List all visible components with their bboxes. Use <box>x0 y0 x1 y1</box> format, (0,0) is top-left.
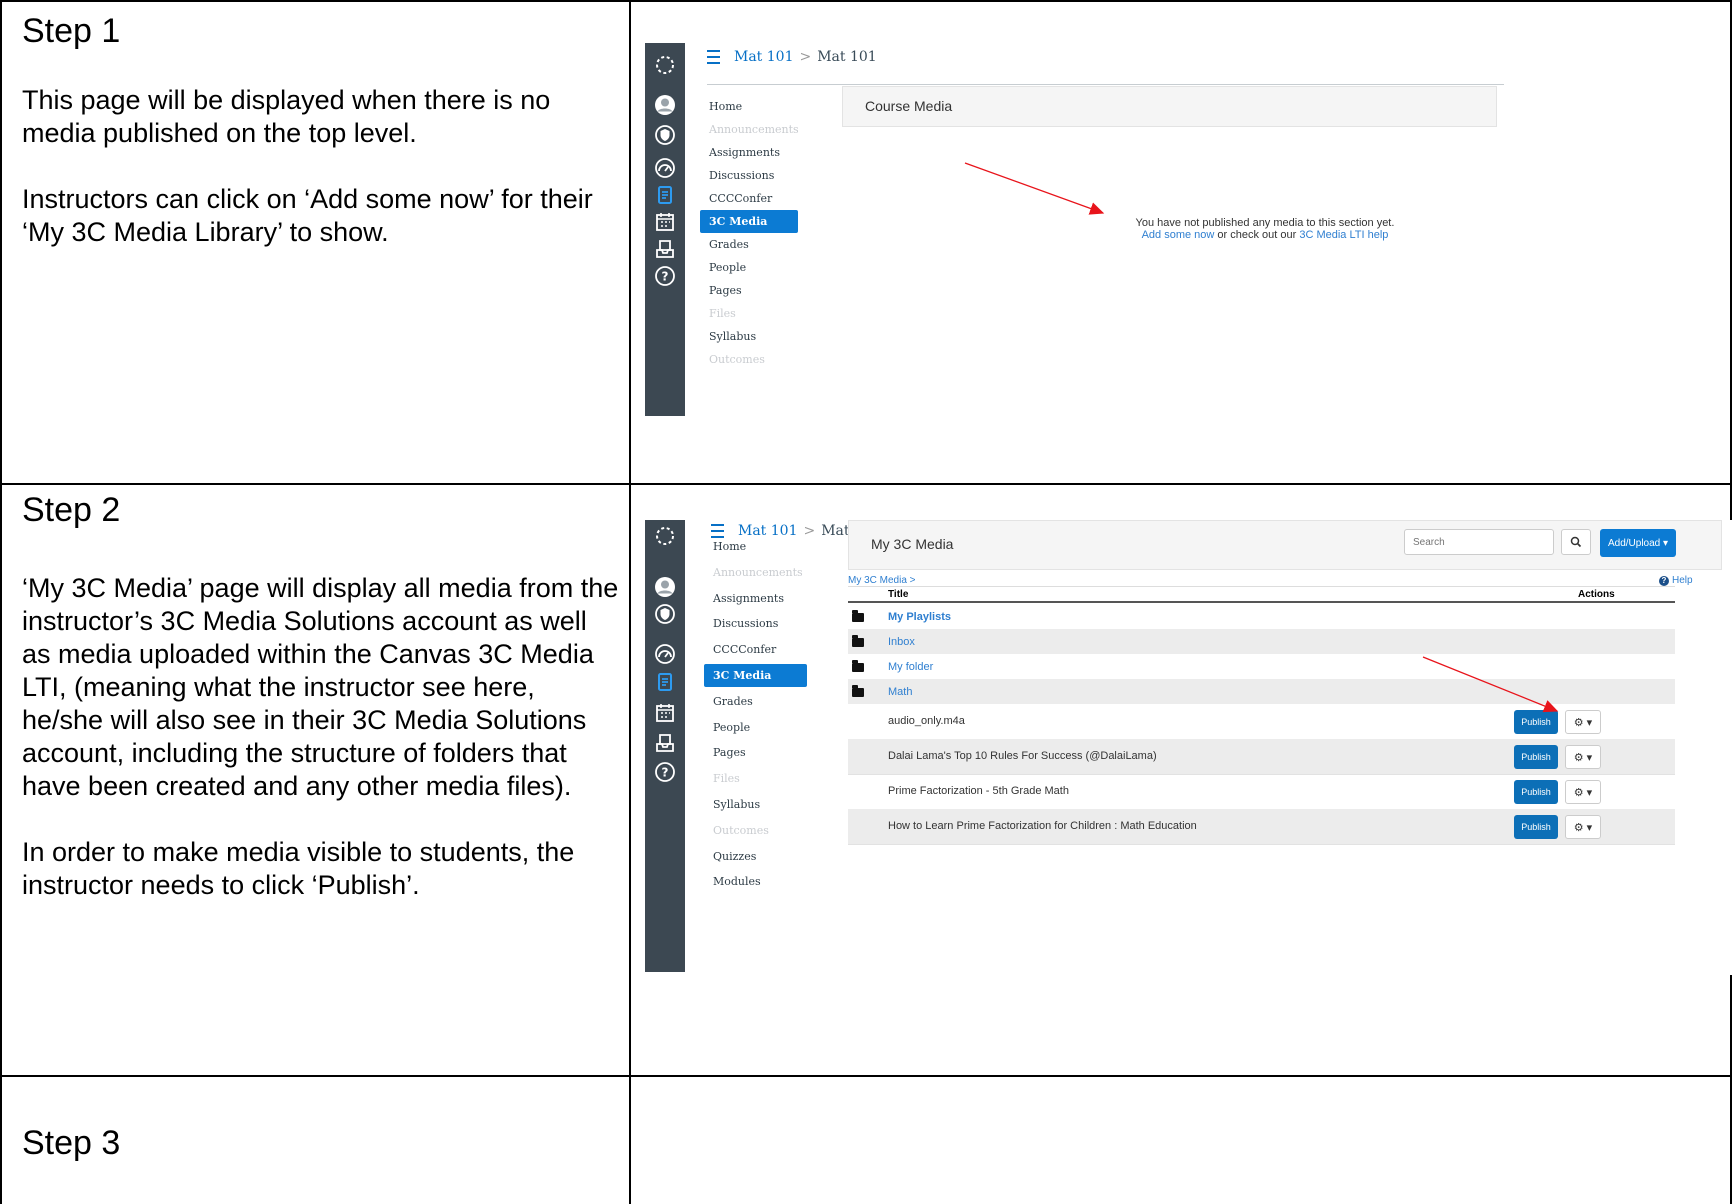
table-border-top <box>0 0 1732 2</box>
screenshot-course-media: ? Mat 101 > Mat 101 Home Announcements Assig… <box>645 43 1505 423</box>
step2-paragraph-2: In order to make media visible to studen… <box>22 837 575 900</box>
step1-paragraph-1: This page will be displayed when there i… <box>22 85 551 148</box>
step1-text: This page will be displayed when there i… <box>22 84 622 282</box>
step3-title: Step 3 <box>22 1124 121 1162</box>
step2-paragraph-1: ‘My 3C Media’ page will display all medi… <box>22 573 619 801</box>
table-border-row2 <box>0 1075 1732 1077</box>
step2-text: ‘My 3C Media’ page will display all medi… <box>22 572 622 935</box>
screenshot-my-3c-media: ? Mat 101>Mat 101 HomeAnnouncementsAssig… <box>645 520 1732 975</box>
step2-title: Step 2 <box>22 491 121 529</box>
table-border-row1 <box>0 483 1732 485</box>
annotation-arrow-1 <box>964 162 1105 215</box>
step1-title: Step 1 <box>22 12 121 50</box>
step1-paragraph-2: Instructors can click on ‘Add some now’ … <box>22 184 593 247</box>
document-page: Step 1 This page will be displayed when … <box>0 0 1732 1204</box>
table-border-left <box>0 0 2 1204</box>
annotation-arrow-2 <box>1422 656 1559 713</box>
table-border-middle <box>629 0 631 1204</box>
